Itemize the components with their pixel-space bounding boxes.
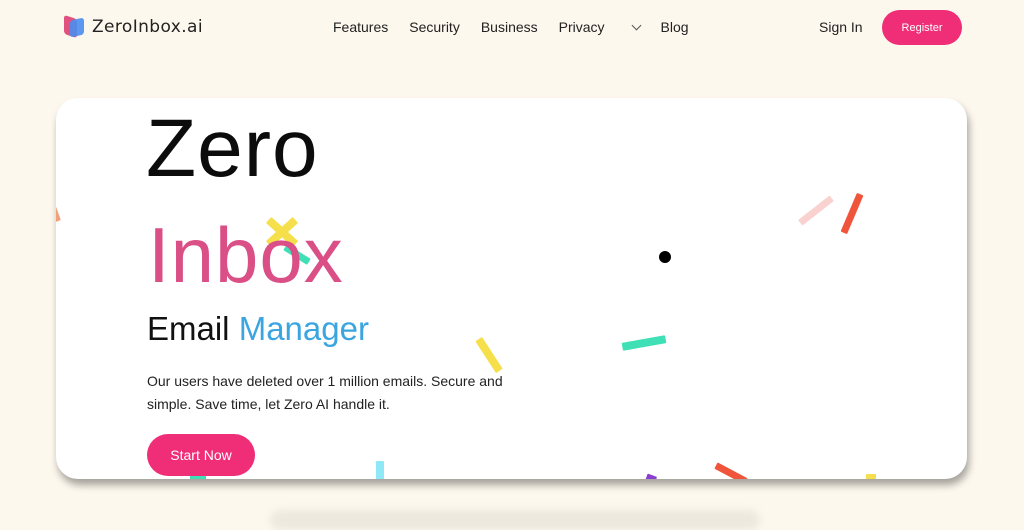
confetti-piece (798, 195, 834, 226)
confetti-piece (56, 203, 61, 223)
hero-card: Zero Inbox Email Manager Our users have … (56, 98, 967, 479)
confetti-piece (866, 474, 876, 479)
nav-link-business[interactable]: Business (481, 19, 538, 35)
hero-subtitle-email: Email (147, 310, 230, 347)
zeroinbox-logo-icon (63, 14, 87, 39)
hero-title-zero: Zero (146, 103, 319, 194)
hero-subtitle-manager: Manager (238, 310, 369, 347)
confetti-piece (376, 461, 384, 479)
nav-link-features[interactable]: Features (333, 19, 388, 35)
start-now-button[interactable]: Start Now (147, 434, 255, 476)
top-navigation: ZeroInbox.ai Features Security Business … (0, 0, 1024, 56)
nav-link-blog[interactable]: Blog (661, 19, 689, 35)
hero-subtitle: Email Manager (147, 312, 369, 345)
chevron-down-icon (631, 20, 641, 31)
confetti-piece (840, 192, 864, 235)
confetti-piece (475, 336, 503, 374)
nav-link-privacy-label: Privacy (558, 19, 605, 35)
hero-description: Our users have deleted over 1 million em… (147, 373, 503, 412)
sign-in-link[interactable]: Sign In (819, 19, 863, 35)
confetti-piece (644, 473, 658, 479)
brand-name: ZeroInbox.ai (92, 17, 203, 37)
hero-title-inbox: Inbox (148, 211, 344, 299)
brand-logo-link[interactable]: ZeroInbox.ai (63, 14, 203, 39)
confetti-dot (659, 251, 671, 263)
next-section-edge (270, 510, 760, 530)
nav-link-security[interactable]: Security (409, 19, 460, 35)
nav-link-privacy[interactable]: Privacy (558, 19, 641, 35)
register-button[interactable]: Register (882, 10, 962, 45)
nav-links: Features Security Business Privacy Blog (333, 19, 710, 35)
confetti-piece (714, 462, 748, 479)
confetti-piece (621, 335, 667, 351)
